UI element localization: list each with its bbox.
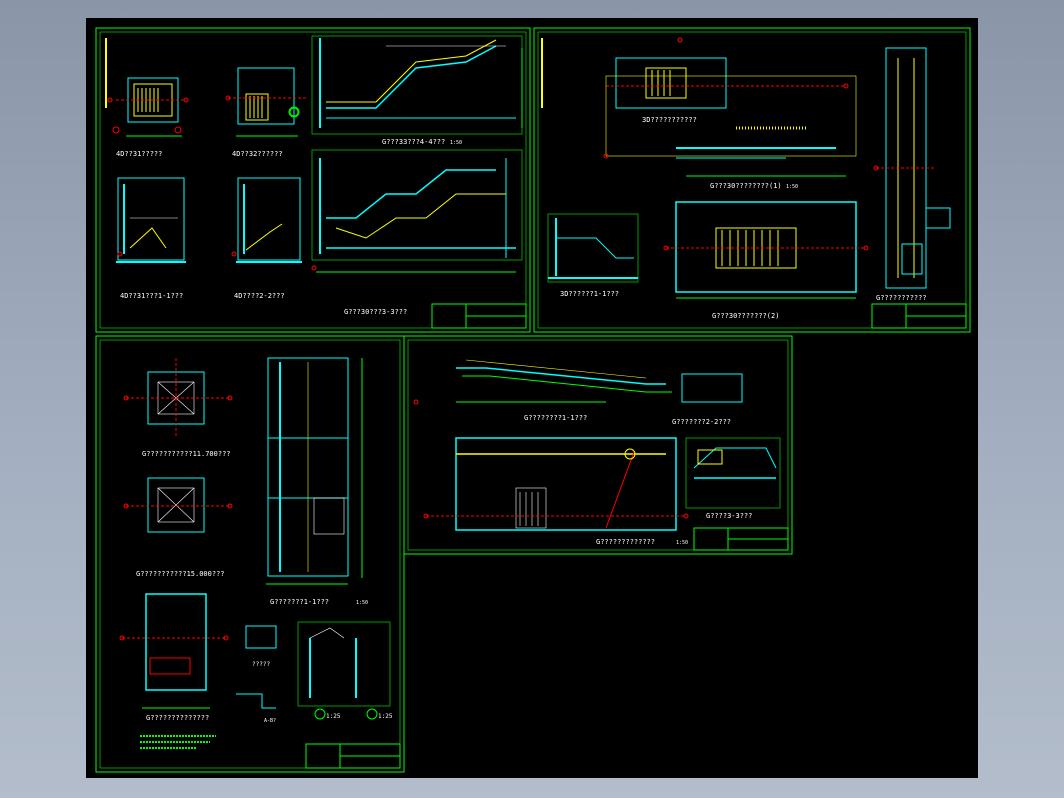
title-block-3	[305, 743, 401, 769]
sheet3-title-e: ?????	[252, 661, 270, 668]
sheet3-scale-detail-2: 1:25	[378, 713, 393, 720]
sheet2-scale: 1:50	[786, 184, 798, 190]
sheet3-title-c: G??????????????	[146, 714, 209, 722]
sheet2-title-d: G???30???????(2)	[712, 312, 779, 320]
title-block-2	[871, 303, 967, 329]
sheet4-scale: 1:50	[676, 540, 688, 546]
sheet3-title-b: G???????????15.000???	[136, 570, 225, 578]
tall-elevation	[266, 357, 363, 585]
sheet1-title-b: 4D??32??????	[232, 150, 283, 158]
stair-plan-b	[228, 67, 306, 137]
sheet1-scale: 1:50	[450, 140, 462, 146]
stair-plan-a	[112, 77, 186, 137]
section-3d-1-1	[547, 213, 639, 283]
plan-11700	[126, 358, 230, 438]
title-block-1	[431, 303, 527, 329]
sheet3-title-d: G???????1-1???	[270, 598, 329, 606]
section-1-1	[456, 359, 743, 403]
plan-15000	[126, 477, 230, 533]
sheet-1	[95, 27, 531, 333]
section-30-2	[666, 201, 866, 299]
sheet1-title-f: G???30???3-3???	[344, 308, 407, 316]
sheet4-title-b: G???????2-2???	[672, 418, 731, 426]
sheet1-title-d: 4D????2-2???	[234, 292, 285, 300]
plan-roof	[122, 593, 226, 709]
sheet-4	[403, 335, 793, 555]
sheet2-title-e: G???????????	[876, 294, 927, 302]
sheet1-title-c: 4D??31???1-1???	[120, 292, 183, 300]
section-30-1	[676, 126, 846, 177]
plan-3d	[605, 57, 857, 157]
sheet3-scale-detail-1: 1:25	[326, 713, 341, 720]
sheet1-title-e: G???33???4-4???	[382, 138, 445, 146]
sheet2-title-a: 3D???????????	[642, 116, 697, 124]
sheet3-title-a: G???????????11.700???	[142, 450, 231, 458]
tall-section	[876, 47, 951, 289]
sheet4-title-c: G????3-3???	[706, 512, 752, 520]
sheet-3	[95, 335, 405, 773]
section-2-2	[685, 437, 781, 509]
sheet4-title-a: G????????1-1???	[524, 414, 587, 422]
sheet4-title-d: G?????????????	[596, 538, 655, 546]
sheet1-title-a: 4D??31?????	[116, 150, 162, 158]
notes-block	[140, 735, 216, 749]
sheet2-title-c: 3D??????1-1???	[560, 290, 619, 298]
stair-section-3-3	[311, 149, 523, 273]
stair-section-2-2	[236, 177, 302, 263]
plan-main	[426, 437, 686, 531]
stair-section-4-4	[289, 35, 523, 135]
sheet2-title-b: G???30????????(1)	[710, 182, 782, 190]
sheet3-label-a: A-B?	[264, 718, 276, 724]
detail-b	[297, 621, 391, 720]
cad-drawing-canvas[interactable]: 4D??31????? 4D??32?????? 4D??31???1-1???…	[86, 18, 978, 778]
title-block-4	[693, 527, 789, 551]
sheet3-scale: 1:50	[356, 600, 368, 606]
stair-section-1-1	[116, 177, 186, 263]
sheet-2	[533, 27, 971, 333]
